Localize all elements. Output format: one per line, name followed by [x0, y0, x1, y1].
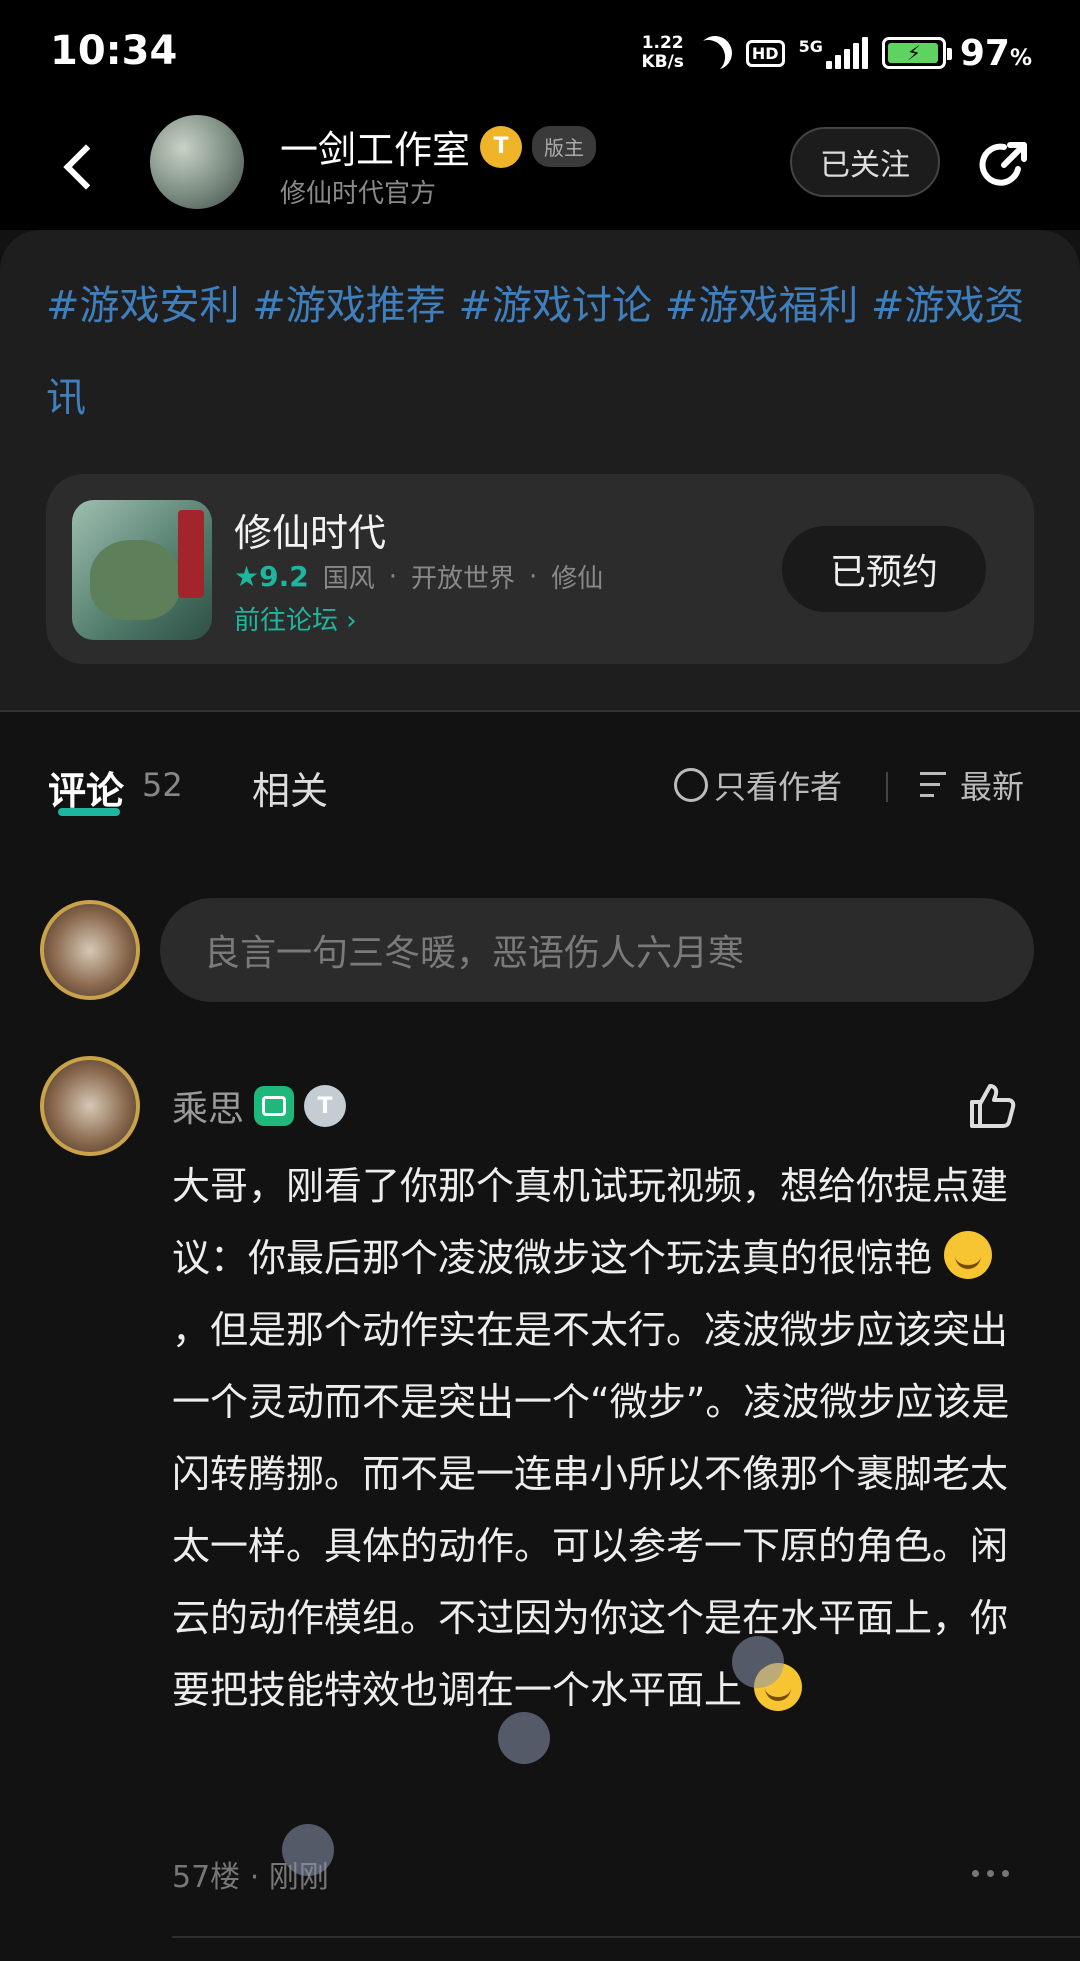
post-header: 一剑工作室 T 版主 修仙时代官方 已关注	[0, 105, 1080, 230]
touch-indicator	[282, 1824, 334, 1876]
author-title-row: 一剑工作室 T 版主	[280, 119, 597, 174]
author-only-toggle[interactable]: 只看作者	[674, 762, 842, 808]
verified-badge-icon: T	[480, 125, 523, 168]
author-only-label: 只看作者	[714, 768, 843, 806]
author-name[interactable]: 一剑工作室	[280, 119, 470, 174]
share-icon[interactable]	[974, 135, 1034, 195]
genre-tag: 修仙	[551, 564, 604, 594]
net-speed-value: 1.22	[641, 33, 684, 53]
game-name[interactable]: 修仙时代	[234, 502, 386, 557]
post-content: #游戏安利 #游戏推荐 #游戏讨论 #游戏福利 #游戏资讯 修仙时代 ★9.2 …	[0, 230, 1080, 710]
touch-indicator	[498, 1712, 550, 1764]
game-rating: ★9.2	[234, 560, 309, 593]
sort-icon	[920, 770, 954, 800]
current-user-avatar[interactable]	[40, 900, 140, 1000]
tab-related[interactable]: 相关	[252, 760, 328, 815]
moon-icon	[692, 30, 738, 76]
author-subtitle: 修仙时代官方	[280, 179, 437, 209]
author-avatar[interactable]	[150, 115, 244, 209]
touch-indicator	[732, 1636, 784, 1688]
thumbs-up-icon[interactable]	[966, 1080, 1018, 1132]
net-speed: 1.22 KB/s	[641, 34, 683, 72]
status-icons: 1.22 KB/s HD 5G ⚡ 97%	[641, 30, 1032, 76]
comment-text: ，但是那个动作实在是不太行。凌波微步应该突出一个灵动而不是突出一个“微步”。凌波…	[172, 1308, 1010, 1712]
game-card[interactable]: 修仙时代 ★9.2 国风 · 开放世界 · 修仙 前往论坛 › 已预约	[46, 474, 1034, 664]
game-meta: ★9.2 国风 · 开放世界 · 修仙	[234, 560, 604, 594]
comment-tabs: 评论 52 相关 只看作者 最新	[0, 712, 1080, 842]
active-tab-indicator	[58, 808, 120, 816]
genre-tag: 国风	[322, 564, 375, 594]
role-badge: 版主	[532, 126, 597, 167]
sort-label: 最新	[960, 768, 1025, 806]
back-arrow-icon[interactable]	[58, 137, 102, 197]
comment-input[interactable]: 良言一句三冬暖，恶语伤人六月寒	[160, 898, 1034, 1002]
comment-author-row: 乘思 T	[172, 1080, 347, 1132]
battery-percent: 97%	[959, 32, 1032, 74]
talent-badge-icon: T	[304, 1085, 347, 1127]
signal-icon: 5G	[799, 37, 868, 69]
game-icon[interactable]	[72, 500, 212, 640]
hd-icon: HD	[745, 39, 785, 67]
comment-floor: 57楼	[172, 1860, 241, 1895]
chevron-right-icon: ›	[346, 606, 357, 636]
filter-separator	[886, 772, 888, 802]
commenter-name[interactable]: 乘思	[172, 1080, 244, 1132]
tab-comments[interactable]: 评论	[48, 760, 124, 815]
level-badge-icon	[254, 1086, 295, 1126]
battery-charging-icon: ⚡	[881, 37, 952, 69]
follow-button[interactable]: 已关注	[790, 127, 940, 197]
genre-tag: 开放世界	[411, 564, 516, 594]
commenter-avatar[interactable]	[40, 1056, 140, 1156]
more-icon[interactable]	[972, 1870, 1009, 1877]
forum-link[interactable]: 前往论坛 ›	[234, 600, 357, 637]
radio-icon	[674, 768, 708, 802]
status-time: 10:34	[50, 28, 178, 74]
comment-count: 52	[142, 766, 183, 804]
comment-text: 大哥，刚看了你那个真机试玩视频，想给你提点建议：你最后那个凌波微步这个玩法真的很…	[172, 1164, 1009, 1280]
reserve-button[interactable]: 已预约	[782, 526, 986, 612]
network-label: 5G	[798, 37, 823, 56]
comment-divider	[172, 1936, 1080, 1938]
smile-emoji-icon	[944, 1231, 993, 1279]
net-speed-unit: KB/s	[641, 52, 684, 72]
status-bar: 10:34 1.22 KB/s HD 5G ⚡ 97%	[0, 0, 1080, 105]
post-tags[interactable]: #游戏安利 #游戏推荐 #游戏讨论 #游戏福利 #游戏资讯	[46, 260, 1046, 444]
sort-button[interactable]: 最新	[920, 762, 1024, 808]
comment-body: 大哥，刚看了你那个真机试玩视频，想给你提点建议：你最后那个凌波微步这个玩法真的很…	[172, 1150, 1032, 1726]
